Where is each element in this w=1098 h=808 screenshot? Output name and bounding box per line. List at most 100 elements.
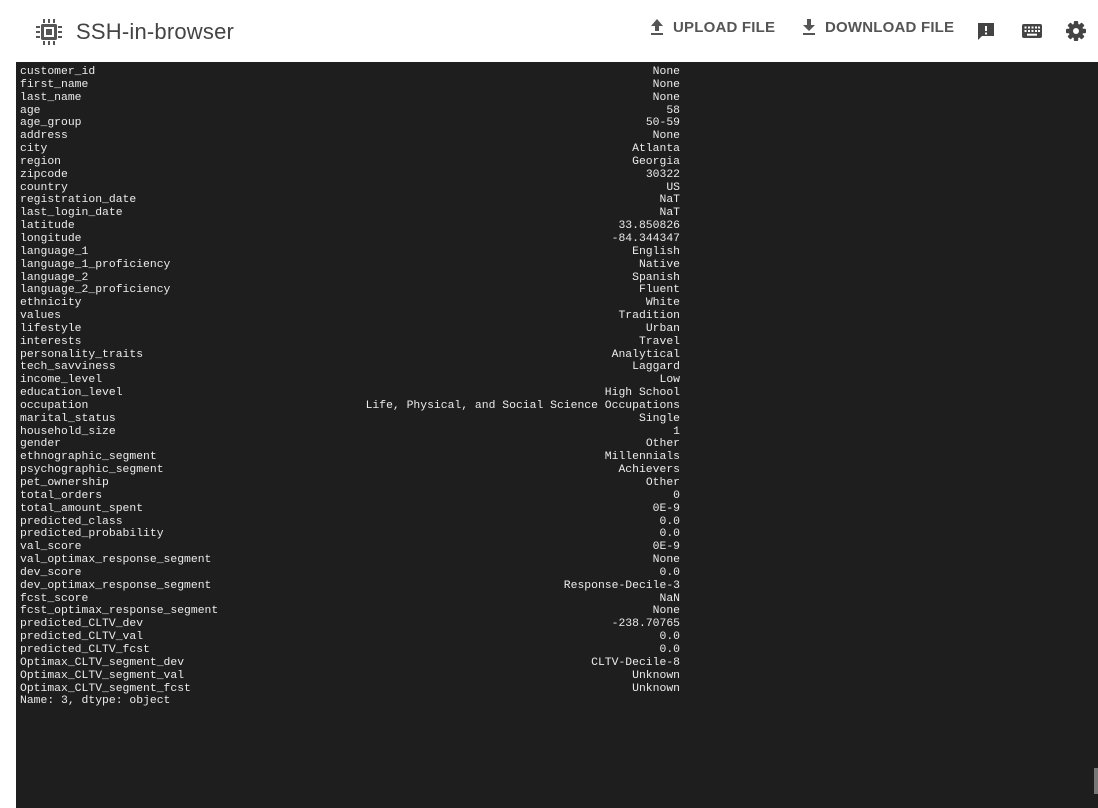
- terminal-row: age 58: [20, 105, 680, 118]
- field-value: Life, Physical, and Social Science Occup…: [365, 399, 680, 412]
- field-name: registration_date: [20, 194, 137, 207]
- field-value: 0.0: [659, 515, 680, 528]
- field-name: predicted_probability: [20, 528, 164, 541]
- field-name: language_2: [20, 271, 89, 284]
- upload-file-label: UPLOAD FILE: [673, 18, 776, 36]
- terminal-row: gender Other: [20, 438, 680, 451]
- terminal-row: predicted_class 0.0: [20, 516, 680, 529]
- terminal-row: customer_id None: [20, 66, 680, 79]
- terminal-row: val_score 0E-9: [20, 541, 680, 554]
- keyboard-button[interactable]: [1018, 17, 1046, 45]
- field-name: psychographic_segment: [20, 464, 164, 477]
- terminal-scrollbar[interactable]: [1094, 768, 1098, 794]
- field-name: region: [20, 155, 62, 168]
- field-value: Fluent: [638, 284, 680, 297]
- terminal-row: predicted_probability 0.0: [20, 528, 680, 541]
- field-name: val_score: [20, 541, 82, 554]
- field-value: None: [652, 130, 680, 143]
- upload-icon: [651, 19, 663, 35]
- field-value: None: [652, 605, 680, 618]
- field-name: age_group: [20, 117, 82, 130]
- field-value: CLTV-Decile-8: [591, 656, 680, 669]
- terminal-row: occupation Life, Physical, and Social Sci…: [20, 400, 680, 413]
- top-toolbar: SSH-in-browser UPLOAD FILE DOWNLOAD FILE: [0, 0, 1098, 62]
- field-name: gender: [20, 438, 62, 451]
- terminal-row: household_size 1: [20, 426, 680, 439]
- field-value: 0E-9: [652, 502, 680, 515]
- field-name: predicted_class: [20, 515, 123, 528]
- terminal-row: personality_traits Analytical: [20, 349, 680, 362]
- terminal-row: ethnicity White: [20, 297, 680, 310]
- field-value: 0.0: [659, 528, 680, 541]
- field-name: income_level: [20, 374, 103, 387]
- terminal-footer-line: Name: 3, dtype: object: [20, 695, 171, 708]
- field-name: longitude: [20, 232, 82, 245]
- terminal-row: language_2 Spanish: [20, 272, 680, 285]
- field-name: marital_status: [20, 412, 116, 425]
- field-value: 50-59: [645, 117, 680, 130]
- field-name: city: [20, 143, 48, 156]
- field-value: 33.850826: [618, 220, 680, 233]
- field-value: Georgia: [632, 155, 680, 168]
- terminal-output: customer_id None first_name None last_name No…: [20, 66, 1098, 695]
- upload-file-button[interactable]: UPLOAD FILE: [649, 18, 775, 36]
- field-value: Other: [645, 438, 680, 451]
- ssh-in-browser-window: SSH-in-browser UPLOAD FILE DOWNLOAD FILE: [0, 0, 1098, 808]
- settings-button[interactable]: [1062, 17, 1090, 45]
- field-name: language_2_proficiency: [20, 284, 171, 297]
- terminal-row: Optimax_CLTV_segment_dev CLTV-Decile-8: [20, 657, 680, 670]
- field-value: 1: [673, 425, 680, 438]
- field-value: Millennials: [604, 451, 680, 464]
- field-name: latitude: [20, 220, 75, 233]
- terminal-row: last_login_date NaT: [20, 207, 680, 220]
- terminal-row: fcst_score NaN: [20, 593, 680, 606]
- terminal-row: language_2_proficiency Fluent: [20, 284, 680, 297]
- terminal[interactable]: customer_id None first_name None last_name No…: [16, 62, 1098, 808]
- field-value: Analytical: [611, 348, 680, 361]
- terminal-row: Optimax_CLTV_segment_val Unknown: [20, 670, 680, 683]
- field-value: Response-Decile-3: [563, 579, 680, 592]
- terminal-row: latitude 33.850826: [20, 220, 680, 233]
- field-value: None: [652, 554, 680, 567]
- field-value: None: [652, 91, 680, 104]
- field-name: Optimax_CLTV_segment_dev: [20, 656, 185, 669]
- field-name: total_amount_spent: [20, 502, 144, 515]
- terminal-row: marital_status Single: [20, 413, 680, 426]
- field-value: US: [666, 181, 680, 194]
- download-file-button[interactable]: DOWNLOAD FILE: [801, 18, 954, 36]
- field-name: dev_score: [20, 566, 82, 579]
- brand: SSH-in-browser: [34, 17, 234, 47]
- field-value: Unknown: [632, 682, 680, 695]
- terminal-row: total_orders 0: [20, 490, 680, 503]
- terminal-row: values Tradition: [20, 310, 680, 323]
- field-value: Travel: [638, 335, 680, 348]
- feedback-icon: [978, 23, 994, 40]
- field-value: 0.0: [659, 631, 680, 644]
- terminal-row: income_level Low: [20, 374, 680, 387]
- terminal-row: country US: [20, 182, 680, 195]
- terminal-row: region Georgia: [20, 156, 680, 169]
- terminal-row: val_optimax_response_segment None: [20, 554, 680, 567]
- field-value: High School: [604, 387, 680, 400]
- terminal-row: predicted_CLTV_val 0.0: [20, 631, 680, 644]
- field-value: 0: [673, 489, 680, 502]
- field-value: NaT: [659, 207, 680, 220]
- field-name: zipcode: [20, 168, 68, 181]
- terminal-row: address None: [20, 130, 680, 143]
- feedback-button[interactable]: [972, 17, 1000, 45]
- field-value: None: [652, 78, 680, 91]
- field-value: Unknown: [632, 669, 680, 682]
- field-name: ethnicity: [20, 297, 82, 310]
- field-name: predicted_CLTV_dev: [20, 618, 144, 631]
- field-value: 58: [666, 104, 680, 117]
- terminal-row: pet_ownership Other: [20, 477, 680, 490]
- field-value: NaT: [659, 194, 680, 207]
- field-name: language_1_proficiency: [20, 258, 171, 271]
- terminal-row: fcst_optimax_response_segment None: [20, 605, 680, 618]
- terminal-row: zipcode 30322: [20, 169, 680, 182]
- terminal-row: dev_optimax_response_segment Response-Dec…: [20, 580, 680, 593]
- terminal-row: city Atlanta: [20, 143, 680, 156]
- terminal-row: lifestyle Urban: [20, 323, 680, 336]
- field-value: Spanish: [632, 271, 680, 284]
- terminal-row: Optimax_CLTV_segment_fcst Unknown: [20, 683, 680, 696]
